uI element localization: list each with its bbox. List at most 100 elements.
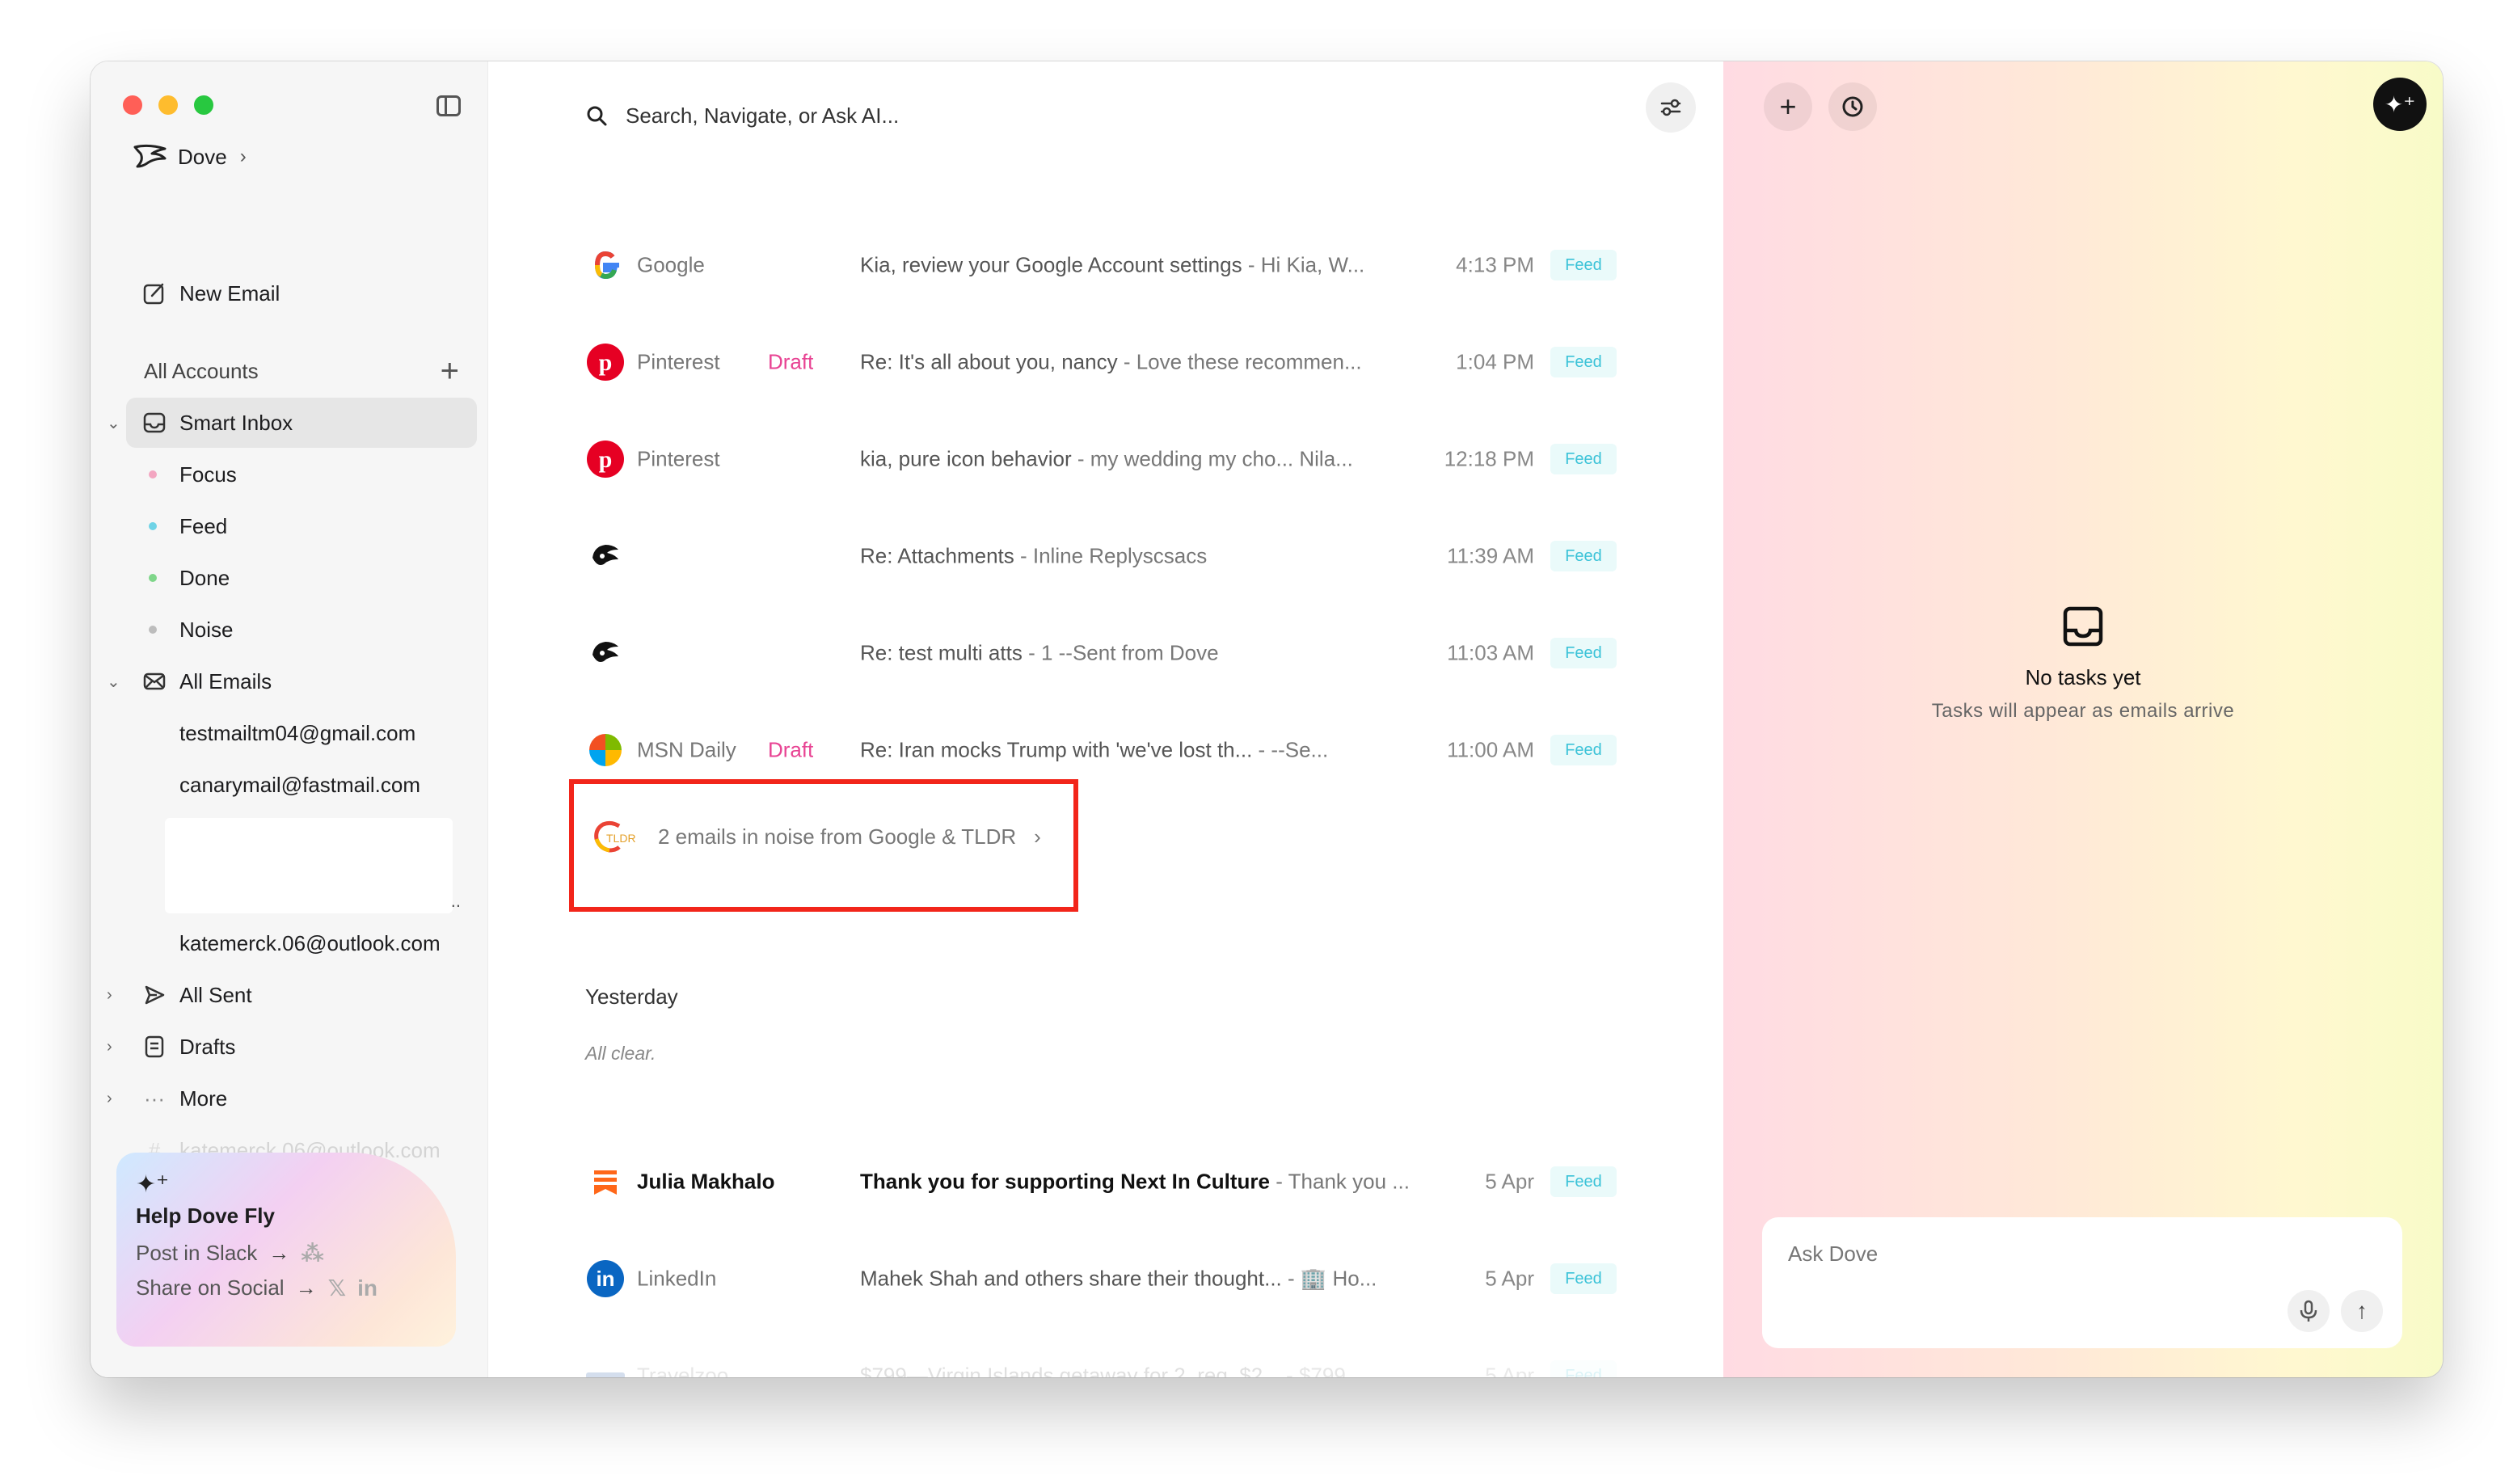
email-row[interactable]: p Pinterest Draft Re: It's all about you… (488, 314, 1723, 411)
feed-badge[interactable]: Feed (1550, 735, 1617, 765)
email-subject-line: Thank you for supporting Next In Culture… (860, 1170, 1418, 1195)
share-on-social-link[interactable]: Share on Social → 𝕏 in (136, 1275, 436, 1301)
email-subject-line: $799—Virgin Islands getaway for 2, reg. … (860, 1364, 1418, 1378)
linkedin-logo-icon: in (585, 1258, 626, 1299)
email-row[interactable]: Re: Attachments - Inline Replyscsacs 11:… (488, 508, 1723, 605)
email-time: 5 Apr (1485, 1169, 1534, 1194)
sidebar-account-3[interactable]: katemerck.06@outlook.com (91, 918, 479, 968)
feed-badge[interactable]: Feed (1550, 1166, 1617, 1197)
sidebar-account-2[interactable]: canarymail@fastmail.com (91, 760, 479, 810)
send-icon (141, 981, 168, 1009)
sidebar-account-1[interactable]: testmailtm04@gmail.com (91, 708, 479, 758)
ask-dove-box: ↑ (1762, 1217, 2402, 1348)
email-row[interactable]: Julia Makhalova... Thank you for support… (488, 1133, 1723, 1230)
sidebar-item-all-sent[interactable]: › All Sent (91, 970, 479, 1020)
linkedin-icon[interactable]: in (357, 1275, 377, 1301)
email-sender: Julia Makhalova... (637, 1169, 774, 1194)
sidebar-item-focus[interactable]: Focus (91, 449, 479, 500)
email-row[interactable]: Re: test multi atts - 1 --Sent from Dove… (488, 605, 1723, 702)
new-email-button[interactable]: New Email (91, 268, 479, 318)
minimize-window-button[interactable] (158, 95, 178, 115)
email-row[interactable]: Travelzoo $799—Virgin Islands getaway fo… (488, 1327, 1723, 1377)
email-time: 4:13 PM (1456, 252, 1534, 277)
feed-badge[interactable]: Feed (1550, 250, 1617, 280)
email-subject: Re: Iran mocks Trump with 'we've lost th… (860, 737, 1253, 762)
account-more[interactable]: .. (451, 891, 461, 912)
separator: - (1071, 446, 1090, 471)
account-email: canarymail@fastmail.com (179, 772, 421, 797)
done-dot-icon (149, 574, 157, 582)
mail-list-pane: Search, Navigate, or Ask AI... Google Ki… (488, 61, 1723, 1377)
feed-badge[interactable]: Feed (1550, 638, 1617, 668)
pinterest-logo-icon: p (585, 439, 626, 479)
done-label: Done (179, 565, 230, 590)
maximize-window-button[interactable] (194, 95, 213, 115)
email-sender: Travelzoo (637, 1363, 729, 1378)
svg-text:TLDR: TLDR (606, 832, 636, 845)
email-time: 5 Apr (1485, 1363, 1534, 1378)
sidebar-item-drafts[interactable]: › Drafts (91, 1022, 479, 1072)
x-icon[interactable]: 𝕏 (328, 1275, 347, 1301)
noise-summary-button[interactable]: TLDR 2 emails in noise from Google & TLD… (590, 818, 1041, 855)
filter-settings-button[interactable] (1646, 82, 1696, 133)
chevron-right-icon[interactable]: › (107, 986, 112, 1005)
email-sender: MSN Daily (637, 737, 736, 762)
email-subject: kia, pure icon behavior (860, 446, 1072, 471)
feed-badge[interactable]: Feed (1550, 444, 1617, 474)
email-subject-line: Re: Iran mocks Trump with 'we've lost th… (860, 738, 1418, 763)
add-account-icon[interactable]: + (441, 353, 459, 390)
email-row[interactable]: in LinkedIn Mahek Shah and others share … (488, 1230, 1723, 1327)
email-preview: my wedding my cho... Nila... (1090, 446, 1353, 471)
sidebar-item-noise[interactable]: Noise (91, 605, 479, 655)
msn-logo-icon (585, 730, 626, 770)
chevron-right-icon[interactable]: › (107, 1038, 112, 1056)
feed-badge[interactable]: Feed (1550, 347, 1617, 377)
email-row[interactable]: Google Kia, review your Google Account s… (488, 217, 1723, 314)
email-row[interactable]: p Pinterest kia, pure icon behavior - my… (488, 411, 1723, 508)
chevron-right-icon: › (1034, 824, 1041, 849)
sidebar-toggle-icon[interactable] (436, 95, 461, 116)
search-icon (587, 106, 607, 126)
feed-badge[interactable]: Feed (1550, 1360, 1617, 1377)
post-in-slack-link[interactable]: Post in Slack → ⁂ (136, 1240, 436, 1267)
email-preview: Hi Kia, W... (1260, 252, 1365, 277)
feed-badge[interactable]: Feed (1550, 541, 1617, 571)
account-email: testmailtm04@gmail.com (179, 720, 416, 745)
dove-logo-icon (585, 633, 626, 673)
history-button[interactable] (1828, 82, 1877, 131)
email-subject: Re: It's all about you, nancy (860, 349, 1118, 374)
microphone-button[interactable] (2288, 1290, 2330, 1332)
sparkle-plus-icon: ✦⁺ (2384, 91, 2416, 117)
share-on-social-label: Share on Social (136, 1275, 285, 1300)
chevron-right-icon[interactable]: › (107, 1090, 112, 1108)
chevron-right-icon: › (239, 145, 247, 167)
feed-badge[interactable]: Feed (1550, 1263, 1617, 1294)
app-switcher[interactable]: Dove › (133, 142, 247, 171)
sidebar-item-smart-inbox[interactable]: ⌄ Smart Inbox (107, 398, 477, 448)
chevron-down-icon[interactable]: ⌄ (107, 672, 120, 692)
email-subject: $799—Virgin Islands getaway for 2, reg. … (860, 1363, 1280, 1378)
send-button[interactable]: ↑ (2341, 1290, 2383, 1332)
sparkle-icon: ✦⁺ (136, 1171, 169, 1198)
ai-assistant-button[interactable]: ✦⁺ (2373, 78, 2427, 131)
drafts-label: Drafts (179, 1034, 236, 1059)
dove-logo-icon (585, 536, 626, 576)
plus-icon: + (1779, 90, 1797, 123)
arrow-right-icon: → (268, 1241, 290, 1265)
sidebar-item-more[interactable]: › ··· More (91, 1073, 479, 1124)
window-controls (123, 95, 213, 115)
email-subject-line: Re: test multi atts - 1 --Sent from Dove (860, 641, 1418, 666)
sidebar-item-all-emails[interactable]: ⌄ All Emails (91, 656, 479, 706)
sidebar-item-done[interactable]: Done (91, 553, 479, 603)
separator: - (1117, 349, 1136, 374)
add-task-button[interactable]: + (1764, 82, 1812, 131)
ask-dove-input[interactable] (1788, 1242, 2273, 1267)
sidebar-item-feed[interactable]: Feed (91, 501, 479, 551)
search-bar[interactable]: Search, Navigate, or Ask AI... (585, 92, 1474, 139)
email-subject: Mahek Shah and others share their though… (860, 1266, 1282, 1291)
chevron-down-icon[interactable]: ⌄ (107, 413, 120, 433)
compose-icon (141, 280, 168, 307)
email-time: 11:39 AM (1447, 543, 1534, 568)
email-time: 1:04 PM (1456, 349, 1534, 374)
close-window-button[interactable] (123, 95, 142, 115)
